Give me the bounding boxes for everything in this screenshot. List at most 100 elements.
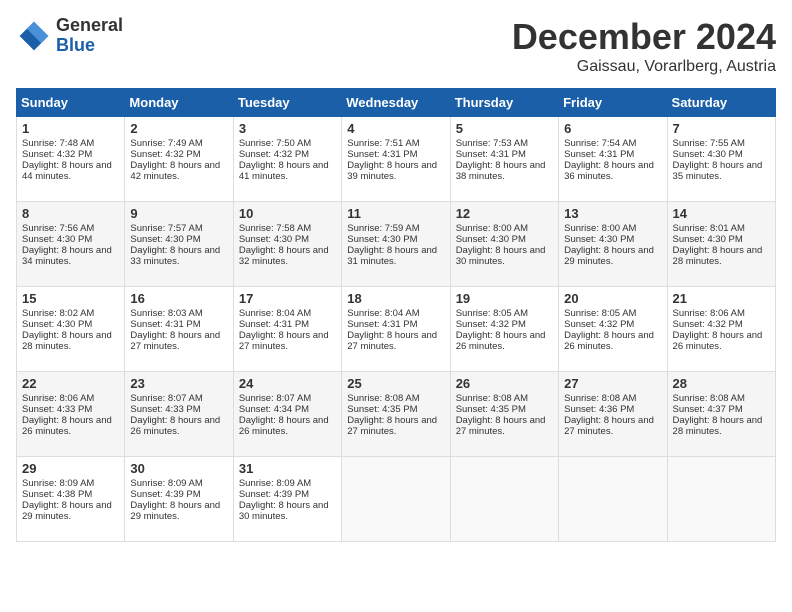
day-number: 19	[456, 291, 553, 306]
calendar-cell: 11Sunrise: 7:59 AMSunset: 4:30 PMDayligh…	[342, 202, 450, 287]
daylight-text: Daylight: 8 hours and 26 minutes.	[564, 330, 661, 352]
calendar-week-row: 22 Sunrise: 8:06 AM Sunset: 4:33 PM Dayligh…	[17, 372, 776, 457]
daylight-text: Daylight: 8 hours and 31 minutes.	[347, 245, 444, 267]
sunrise-text: Sunrise: 8:08 AM	[347, 393, 444, 404]
daylight-text: Daylight: 8 hours and 30 minutes.	[239, 500, 336, 522]
sunrise-text: Sunrise: 8:09 AM	[22, 478, 119, 489]
sunset-text: Sunset: 4:30 PM	[564, 234, 661, 245]
daylight-text: Daylight: 8 hours and 39 minutes.	[347, 160, 444, 182]
day-number: 30	[130, 461, 227, 476]
sunset-text: Sunset: 4:34 PM	[239, 404, 336, 415]
calendar-cell: 12Sunrise: 8:00 AMSunset: 4:30 PMDayligh…	[450, 202, 558, 287]
daylight-text: Daylight: 8 hours and 28 minutes.	[673, 245, 770, 267]
daylight-text: Daylight: 8 hours and 28 minutes.	[673, 415, 770, 437]
calendar-cell: 9Sunrise: 7:57 AMSunset: 4:30 PMDaylight…	[125, 202, 233, 287]
day-number: 18	[347, 291, 444, 306]
sunrise-text: Sunrise: 7:51 AM	[347, 138, 444, 149]
daylight-text: Daylight: 8 hours and 41 minutes.	[239, 160, 336, 182]
sunrise-text: Sunrise: 8:06 AM	[22, 393, 119, 404]
day-number: 26	[456, 376, 553, 391]
calendar-cell: 24Sunrise: 8:07 AMSunset: 4:34 PMDayligh…	[233, 372, 341, 457]
day-number: 1	[22, 121, 119, 136]
daylight-text: Daylight: 8 hours and 33 minutes.	[130, 245, 227, 267]
day-number: 21	[673, 291, 770, 306]
sunrise-text: Sunrise: 8:07 AM	[239, 393, 336, 404]
calendar-cell: 20Sunrise: 8:05 AMSunset: 4:32 PMDayligh…	[559, 287, 667, 372]
sunrise-text: Sunrise: 8:08 AM	[456, 393, 553, 404]
sunrise-text: Sunrise: 8:03 AM	[130, 308, 227, 319]
sunset-text: Sunset: 4:39 PM	[239, 489, 336, 500]
col-saturday: Saturday	[667, 89, 775, 117]
calendar-cell: 15Sunrise: 8:02 AMSunset: 4:30 PMDayligh…	[17, 287, 125, 372]
sunset-text: Sunset: 4:31 PM	[347, 149, 444, 160]
sunset-text: Sunset: 4:30 PM	[22, 234, 119, 245]
sunrise-text: Sunrise: 7:48 AM	[22, 138, 119, 149]
sunrise-text: Sunrise: 8:01 AM	[673, 223, 770, 234]
day-number: 3	[239, 121, 336, 136]
calendar-week-row: 15Sunrise: 8:02 AMSunset: 4:30 PMDayligh…	[17, 287, 776, 372]
daylight-text: Daylight: 8 hours and 28 minutes.	[22, 330, 119, 352]
sunset-text: Sunset: 4:39 PM	[130, 489, 227, 500]
daylight-text: Daylight: 8 hours and 27 minutes.	[239, 330, 336, 352]
calendar-cell: 14Sunrise: 8:01 AMSunset: 4:30 PMDayligh…	[667, 202, 775, 287]
day-number: 5	[456, 121, 553, 136]
logo-icon	[16, 18, 52, 54]
day-number: 9	[130, 206, 227, 221]
day-number: 16	[130, 291, 227, 306]
header: General Blue December 2024 Gaissau, Vora…	[16, 16, 776, 76]
calendar-cell: 3Sunrise: 7:50 AMSunset: 4:32 PMDaylight…	[233, 117, 341, 202]
main-title: December 2024	[512, 16, 776, 58]
sunrise-text: Sunrise: 7:55 AM	[673, 138, 770, 149]
calendar-cell: 23Sunrise: 8:07 AMSunset: 4:33 PMDayligh…	[125, 372, 233, 457]
daylight-text: Daylight: 8 hours and 26 minutes.	[22, 415, 119, 437]
col-friday: Friday	[559, 89, 667, 117]
sunrise-text: Sunrise: 8:08 AM	[673, 393, 770, 404]
col-sunday: Sunday	[17, 89, 125, 117]
calendar-cell: 28Sunrise: 8:08 AMSunset: 4:37 PMDayligh…	[667, 372, 775, 457]
sunrise-text: Sunrise: 7:54 AM	[564, 138, 661, 149]
calendar: Sunday Monday Tuesday Wednesday Thursday…	[16, 88, 776, 542]
daylight-text: Daylight: 8 hours and 26 minutes.	[456, 330, 553, 352]
col-wednesday: Wednesday	[342, 89, 450, 117]
day-number: 15	[22, 291, 119, 306]
sunset-text: Sunset: 4:32 PM	[239, 149, 336, 160]
daylight-text: Daylight: 8 hours and 34 minutes.	[22, 245, 119, 267]
day-number: 4	[347, 121, 444, 136]
sunset-text: Sunset: 4:33 PM	[130, 404, 227, 415]
calendar-cell: 26Sunrise: 8:08 AMSunset: 4:35 PMDayligh…	[450, 372, 558, 457]
day-number: 14	[673, 206, 770, 221]
sunrise-text: Sunrise: 8:06 AM	[673, 308, 770, 319]
day-number: 11	[347, 206, 444, 221]
sunrise-text: Sunrise: 7:56 AM	[22, 223, 119, 234]
daylight-text: Daylight: 8 hours and 26 minutes.	[673, 330, 770, 352]
calendar-cell: 27Sunrise: 8:08 AMSunset: 4:36 PMDayligh…	[559, 372, 667, 457]
daylight-text: Daylight: 8 hours and 27 minutes.	[564, 415, 661, 437]
title-area: December 2024 Gaissau, Vorarlberg, Austr…	[512, 16, 776, 76]
daylight-text: Daylight: 8 hours and 35 minutes.	[673, 160, 770, 182]
sunset-text: Sunset: 4:30 PM	[456, 234, 553, 245]
calendar-cell: 19Sunrise: 8:05 AMSunset: 4:32 PMDayligh…	[450, 287, 558, 372]
calendar-cell: 17Sunrise: 8:04 AMSunset: 4:31 PMDayligh…	[233, 287, 341, 372]
day-number: 12	[456, 206, 553, 221]
daylight-text: Daylight: 8 hours and 30 minutes.	[456, 245, 553, 267]
daylight-text: Daylight: 8 hours and 29 minutes.	[130, 500, 227, 522]
sunset-text: Sunset: 4:38 PM	[22, 489, 119, 500]
sunrise-text: Sunrise: 7:57 AM	[130, 223, 227, 234]
day-number: 17	[239, 291, 336, 306]
col-thursday: Thursday	[450, 89, 558, 117]
sunrise-text: Sunrise: 8:07 AM	[130, 393, 227, 404]
day-number: 22	[22, 376, 119, 391]
calendar-cell: 1Sunrise: 7:48 AMSunset: 4:32 PMDaylight…	[17, 117, 125, 202]
subtitle: Gaissau, Vorarlberg, Austria	[512, 58, 776, 76]
daylight-text: Daylight: 8 hours and 44 minutes.	[22, 160, 119, 182]
calendar-week-row: 8Sunrise: 7:56 AMSunset: 4:30 PMDaylight…	[17, 202, 776, 287]
calendar-cell: 18Sunrise: 8:04 AMSunset: 4:31 PMDayligh…	[342, 287, 450, 372]
sunset-text: Sunset: 4:30 PM	[673, 149, 770, 160]
calendar-header-row: Sunday Monday Tuesday Wednesday Thursday…	[17, 89, 776, 117]
calendar-cell: 21Sunrise: 8:06 AMSunset: 4:32 PMDayligh…	[667, 287, 775, 372]
day-number: 13	[564, 206, 661, 221]
sunrise-text: Sunrise: 8:05 AM	[564, 308, 661, 319]
calendar-cell	[559, 457, 667, 542]
calendar-cell: 6Sunrise: 7:54 AMSunset: 4:31 PMDaylight…	[559, 117, 667, 202]
daylight-text: Daylight: 8 hours and 27 minutes.	[347, 330, 444, 352]
